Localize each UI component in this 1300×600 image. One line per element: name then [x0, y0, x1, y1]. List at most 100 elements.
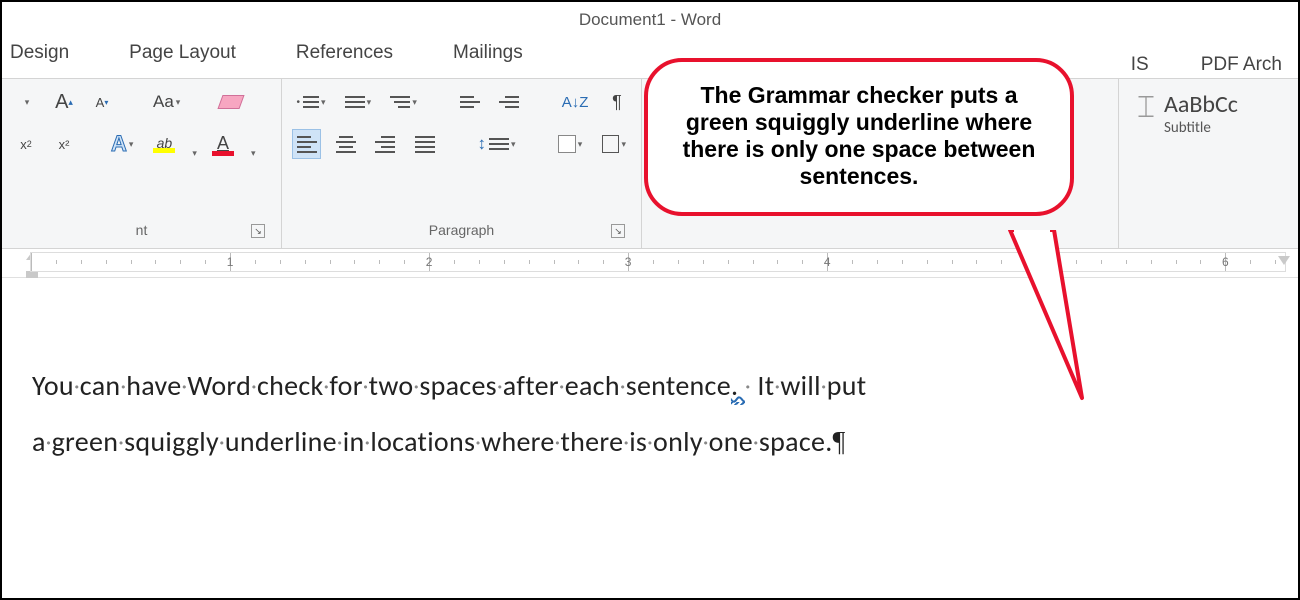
- hanging-indent-marker[interactable]: [26, 271, 38, 278]
- line-spacing-icon: [489, 138, 509, 150]
- space-mark-icon: ·: [559, 372, 565, 399]
- font-dialog-launcher[interactable]: ↘: [251, 224, 265, 238]
- document-word: two: [369, 368, 414, 403]
- document-word: for: [329, 368, 362, 403]
- increase-indent-icon: [499, 96, 519, 108]
- bullets-icon: [303, 96, 319, 108]
- show-formatting-button[interactable]: ¶: [603, 87, 631, 117]
- change-case-icon: Aa: [153, 92, 174, 112]
- document-word: put: [827, 368, 867, 403]
- document-word: in: [343, 424, 365, 459]
- document-word: squiggly: [124, 424, 219, 459]
- ruler-mark: 3: [625, 255, 632, 269]
- paragraph-group: ▾ ▾ ▾ A↓Z ¶ ↕▾ ▾ ▾: [282, 79, 642, 248]
- tab-page-layout[interactable]: Page Layout: [123, 38, 242, 68]
- numbering-icon: [345, 96, 365, 108]
- change-case-button[interactable]: Aa▾: [148, 87, 185, 117]
- document-word: a: [32, 424, 46, 459]
- text-effects-button[interactable]: A▾: [106, 129, 138, 159]
- style-subtitle[interactable]: ⌶ AaBbCc Subtitle: [1129, 87, 1288, 139]
- decrease-indent-button[interactable]: [455, 87, 484, 117]
- window-title: Document1 - Word: [2, 2, 1298, 32]
- font-color-swatch: [212, 151, 234, 156]
- space-mark-icon: ·: [118, 428, 124, 455]
- space-mark-icon: ·: [620, 372, 626, 399]
- borders-icon: [602, 135, 619, 153]
- superscript-button[interactable]: x²: [50, 129, 78, 159]
- document-word: green: [52, 424, 119, 459]
- clear-formatting-button[interactable]: [215, 87, 247, 117]
- styles-group: ⌶ AaBbCc Subtitle: [1118, 79, 1298, 248]
- justify-button[interactable]: [410, 129, 439, 159]
- space-mark-icon: ·: [365, 428, 371, 455]
- shading-icon: [558, 135, 575, 153]
- tab-addins-partial[interactable]: IS: [1125, 50, 1155, 80]
- ribbon-tabs-right: IS PDF Arch: [1125, 50, 1288, 80]
- document-word: You: [32, 368, 74, 403]
- right-indent-marker[interactable]: [1278, 256, 1290, 265]
- document-word: space.: [759, 424, 833, 459]
- tab-references[interactable]: References: [290, 38, 399, 68]
- bullets-button[interactable]: ▾: [292, 87, 330, 117]
- document-word: spaces: [419, 368, 497, 403]
- tab-mailings[interactable]: Mailings: [447, 38, 529, 68]
- document-word: only: [653, 424, 703, 459]
- tab-pdf-architect[interactable]: PDF Arch: [1195, 50, 1288, 80]
- space-mark-icon: ·: [324, 372, 330, 399]
- space-mark-icon: ·: [120, 372, 126, 399]
- shrink-font-button[interactable]: A▾: [88, 87, 116, 117]
- paragraph-dialog-launcher[interactable]: ↘: [611, 224, 625, 238]
- paragraph-group-label: Paragraph ↘: [292, 218, 631, 244]
- grow-font-icon: A: [55, 91, 68, 114]
- space-mark-icon: ·: [46, 428, 52, 455]
- highlight-button[interactable]: ab: [148, 129, 180, 159]
- document-word: will: [780, 368, 821, 403]
- document-word: have: [126, 368, 181, 403]
- grow-font-button[interactable]: A▴: [50, 87, 78, 117]
- space-mark-icon: ·: [251, 372, 257, 399]
- shading-button[interactable]: ▾: [553, 129, 587, 159]
- tab-design[interactable]: Design: [4, 38, 75, 68]
- align-left-button[interactable]: [292, 129, 321, 159]
- align-center-button[interactable]: [331, 129, 360, 159]
- annotation-callout: The Grammar checker puts a green squiggl…: [644, 58, 1074, 216]
- style-preview-text: AaBbCc: [1164, 90, 1238, 119]
- shrink-font-icon: A: [96, 95, 105, 110]
- space-mark-icon: ·: [623, 428, 629, 455]
- document-line-2: a·green·squiggly·underline·in·locations·…: [32, 414, 1268, 471]
- text-cursor-icon: ⌶: [1137, 89, 1155, 126]
- eraser-icon: [218, 95, 245, 109]
- space-mark-icon: ·: [74, 372, 80, 399]
- document-word: locations: [370, 424, 475, 459]
- multilevel-icon: [390, 96, 410, 108]
- subscript-button[interactable]: x2: [12, 129, 40, 159]
- sort-button[interactable]: A↓Z: [557, 87, 593, 117]
- decrease-indent-icon: [460, 96, 480, 108]
- document-word: where: [481, 424, 554, 459]
- document-word: sentence: [626, 368, 731, 403]
- line-spacing-button[interactable]: ↕▾: [473, 129, 520, 159]
- document-word: there: [560, 424, 623, 459]
- space-mark-icon: ·: [647, 428, 653, 455]
- increase-indent-button[interactable]: [494, 87, 523, 117]
- ruler-mark: 6: [1222, 255, 1229, 269]
- grammar-squiggle[interactable]: .: [731, 368, 745, 405]
- font-size-dropdown[interactable]: ▾: [12, 87, 40, 117]
- style-preview-name: Subtitle: [1164, 119, 1238, 137]
- align-center-icon: [336, 136, 356, 153]
- numbering-button[interactable]: ▾: [340, 87, 376, 117]
- space-mark-icon: ·: [219, 428, 225, 455]
- borders-button[interactable]: ▾: [597, 129, 631, 159]
- ruler-mark: 1: [227, 255, 234, 269]
- space-mark-icon: ·: [497, 372, 503, 399]
- align-right-button[interactable]: [371, 129, 400, 159]
- callout-tail-icon: [1002, 230, 1112, 420]
- ruler-mark: 4: [824, 255, 831, 269]
- space-mark-icon: ·: [337, 428, 343, 455]
- font-color-button[interactable]: A: [207, 129, 239, 159]
- highlight-swatch: [153, 148, 175, 153]
- space-mark-icon: ·: [821, 372, 827, 399]
- document-word: check: [257, 368, 324, 403]
- multilevel-list-button[interactable]: ▾: [386, 87, 422, 117]
- font-group: ▾ A▴ A▾ Aa▾ x2 x² A▾ ab ▾ A: [2, 79, 282, 248]
